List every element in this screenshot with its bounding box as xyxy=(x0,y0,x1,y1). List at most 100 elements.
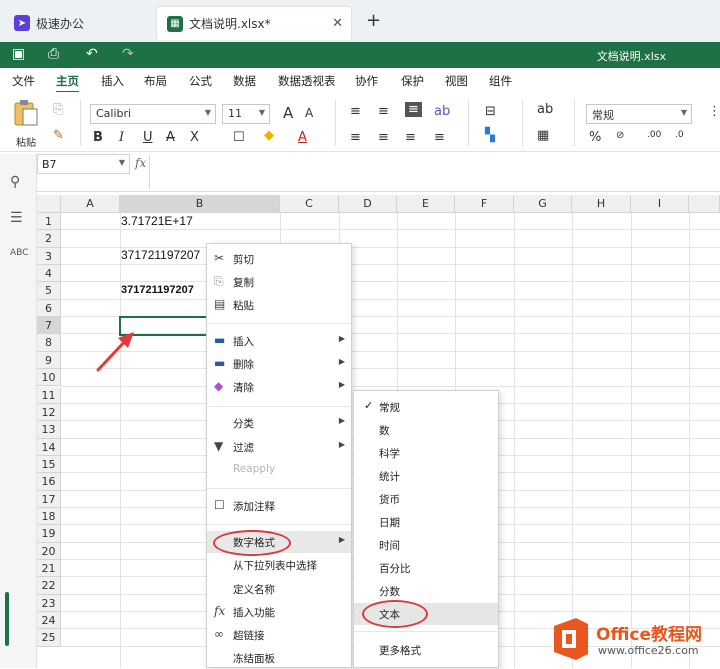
strikethrough-button[interactable]: A xyxy=(166,130,175,145)
format-time[interactable]: 时间 xyxy=(354,534,498,556)
menu-item-define-name[interactable]: 定义名称 xyxy=(207,578,351,600)
font-color-button[interactable]: A xyxy=(298,130,307,145)
justify-icon[interactable]: ≡ xyxy=(434,130,445,145)
font-name-select[interactable]: Calibri ▼ xyxy=(90,104,216,124)
menu-item-cut[interactable]: ✂ 剪切 xyxy=(207,248,351,270)
row-header-4[interactable]: 4 xyxy=(37,265,61,283)
menu-insert[interactable]: 插入 xyxy=(101,73,124,89)
row-header-18[interactable]: 18 xyxy=(37,507,61,526)
close-tab-icon[interactable]: ✕ xyxy=(332,16,343,31)
font-size-select[interactable]: 11 ▼ xyxy=(222,104,270,124)
column-header-d[interactable]: D xyxy=(339,195,397,213)
sidebar-scroll-handle[interactable] xyxy=(5,592,9,646)
row-header-8[interactable]: 8 xyxy=(37,334,61,352)
menu-data[interactable]: 数据 xyxy=(233,73,256,89)
spelling-icon[interactable]: ab xyxy=(537,102,553,117)
row-header-11[interactable]: 11 xyxy=(37,386,61,404)
row-header-13[interactable]: 13 xyxy=(37,421,61,439)
menu-file[interactable]: 文件 xyxy=(12,73,35,89)
menu-protect[interactable]: 保护 xyxy=(401,73,424,89)
column-header-b[interactable]: B xyxy=(120,195,280,213)
column-header-f[interactable]: F xyxy=(455,195,514,213)
format-more[interactable]: 更多格式 xyxy=(354,639,498,661)
name-box[interactable]: B7 ▼ xyxy=(37,154,130,174)
formula-input[interactable] xyxy=(153,154,713,190)
underline-button[interactable]: U xyxy=(143,130,153,145)
italic-button[interactable]: I xyxy=(119,130,124,145)
row-header-25[interactable]: 25 xyxy=(37,629,61,647)
column-header-i[interactable]: I xyxy=(631,195,689,213)
row-header-6[interactable]: 6 xyxy=(37,299,61,318)
row-header-16[interactable]: 16 xyxy=(37,473,61,491)
menu-item-add-comment[interactable]: ☐ 添加注释 xyxy=(207,495,351,517)
grow-font-button[interactable]: A xyxy=(283,104,293,122)
bold-button[interactable]: B xyxy=(93,130,103,145)
column-header-e[interactable]: E xyxy=(397,195,455,213)
column-header-a[interactable]: A xyxy=(61,195,120,213)
format-general[interactable]: ✓ 常规 xyxy=(354,396,498,418)
row-header-21[interactable]: 21 xyxy=(37,560,61,578)
cell-b5[interactable]: 371721197207 xyxy=(121,284,207,296)
row-header-14[interactable]: 14 xyxy=(37,438,61,456)
row-header-9[interactable]: 9 xyxy=(37,351,61,370)
menu-layout[interactable]: 布局 xyxy=(144,73,167,89)
search-icon[interactable]: ⚲ xyxy=(10,174,20,190)
align-center-icon[interactable]: ≡ xyxy=(378,130,389,145)
row-header-7[interactable]: 7 xyxy=(37,317,61,335)
menu-item-delete[interactable]: ▬ 删除 ▶ xyxy=(207,353,351,375)
format-number[interactable]: 数 xyxy=(354,419,498,441)
menu-item-insert-function[interactable]: fx 插入功能 xyxy=(207,601,351,623)
row-header-5[interactable]: 5 xyxy=(37,282,61,300)
paste-button[interactable] xyxy=(10,98,44,132)
align-left-icon[interactable]: ≡ xyxy=(350,130,361,145)
percent-button[interactable]: % xyxy=(589,130,601,145)
format-percentage[interactable]: 百分比 xyxy=(354,557,498,579)
column-header-h[interactable]: H xyxy=(572,195,631,213)
row-header-22[interactable]: 22 xyxy=(37,577,61,595)
format-currency[interactable]: 货币 xyxy=(354,488,498,510)
row-header-15[interactable]: 15 xyxy=(37,455,61,474)
menu-item-clear[interactable]: ◆ 清除 ▶ xyxy=(207,376,351,398)
function-icon[interactable]: fx xyxy=(135,156,146,170)
number-format-select[interactable]: 常规 ▼ xyxy=(586,104,692,124)
row-header-10[interactable]: 10 xyxy=(37,369,61,387)
accounting-icon[interactable]: ⊘ xyxy=(616,130,624,141)
row-header-20[interactable]: 20 xyxy=(37,542,61,560)
select-all-corner[interactable] xyxy=(37,195,61,213)
row-header-3[interactable]: 3 xyxy=(37,247,61,266)
spellcheck-icon[interactable]: ABC xyxy=(10,248,28,258)
menu-components[interactable]: 组件 xyxy=(489,73,512,89)
menu-item-filter[interactable]: ▼ 过滤 ▶ xyxy=(207,436,351,458)
redo-icon[interactable]: ↷ xyxy=(122,46,134,62)
menu-collaborate[interactable]: 协作 xyxy=(355,73,378,89)
column-header-c[interactable]: C xyxy=(280,195,339,213)
align-middle-icon[interactable]: ≡ xyxy=(378,104,389,119)
row-header-17[interactable]: 17 xyxy=(37,490,61,508)
menu-item-sort[interactable]: 分类 ▶ xyxy=(207,412,351,434)
row-header-23[interactable]: 23 xyxy=(37,594,61,613)
border-icon[interactable]: ☐ xyxy=(233,130,245,145)
menu-view[interactable]: 视图 xyxy=(445,73,468,89)
column-header-next[interactable] xyxy=(689,195,720,213)
format-accounting[interactable]: 统计 xyxy=(354,465,498,487)
menu-pivot-table[interactable]: 数据透视表 xyxy=(278,73,336,89)
row-header-12[interactable]: 12 xyxy=(37,403,61,422)
row-header-24[interactable]: 24 xyxy=(37,612,61,630)
fill-color-icon[interactable]: ◆ xyxy=(264,128,274,143)
merge-cells-icon[interactable]: ▚ xyxy=(485,128,495,143)
table-format-icon[interactable]: ▦ xyxy=(537,128,549,143)
more-tools-icon[interactable]: ⋮ xyxy=(708,104,720,119)
menu-item-insert[interactable]: ▬ 插入 ▶ xyxy=(207,330,351,352)
align-right-icon[interactable]: ≡ xyxy=(405,130,416,145)
text-orientation-icon[interactable]: ab xyxy=(434,104,450,119)
undo-icon[interactable]: ↶ xyxy=(86,46,98,62)
align-bottom-icon[interactable]: ≡ xyxy=(405,102,422,117)
tab-document[interactable]: ▦ 文档说明.xlsx* ✕ xyxy=(156,6,352,40)
menu-home[interactable]: 主页 xyxy=(56,73,79,93)
menu-formula[interactable]: 公式 xyxy=(189,73,212,89)
format-painter-icon[interactable]: ✎ xyxy=(53,128,64,143)
save-icon[interactable]: ▣ xyxy=(12,46,25,62)
subscript-button[interactable]: X xyxy=(190,130,199,145)
cell-b3[interactable]: 371721197207 xyxy=(121,248,207,262)
new-tab-button[interactable]: + xyxy=(366,10,381,31)
